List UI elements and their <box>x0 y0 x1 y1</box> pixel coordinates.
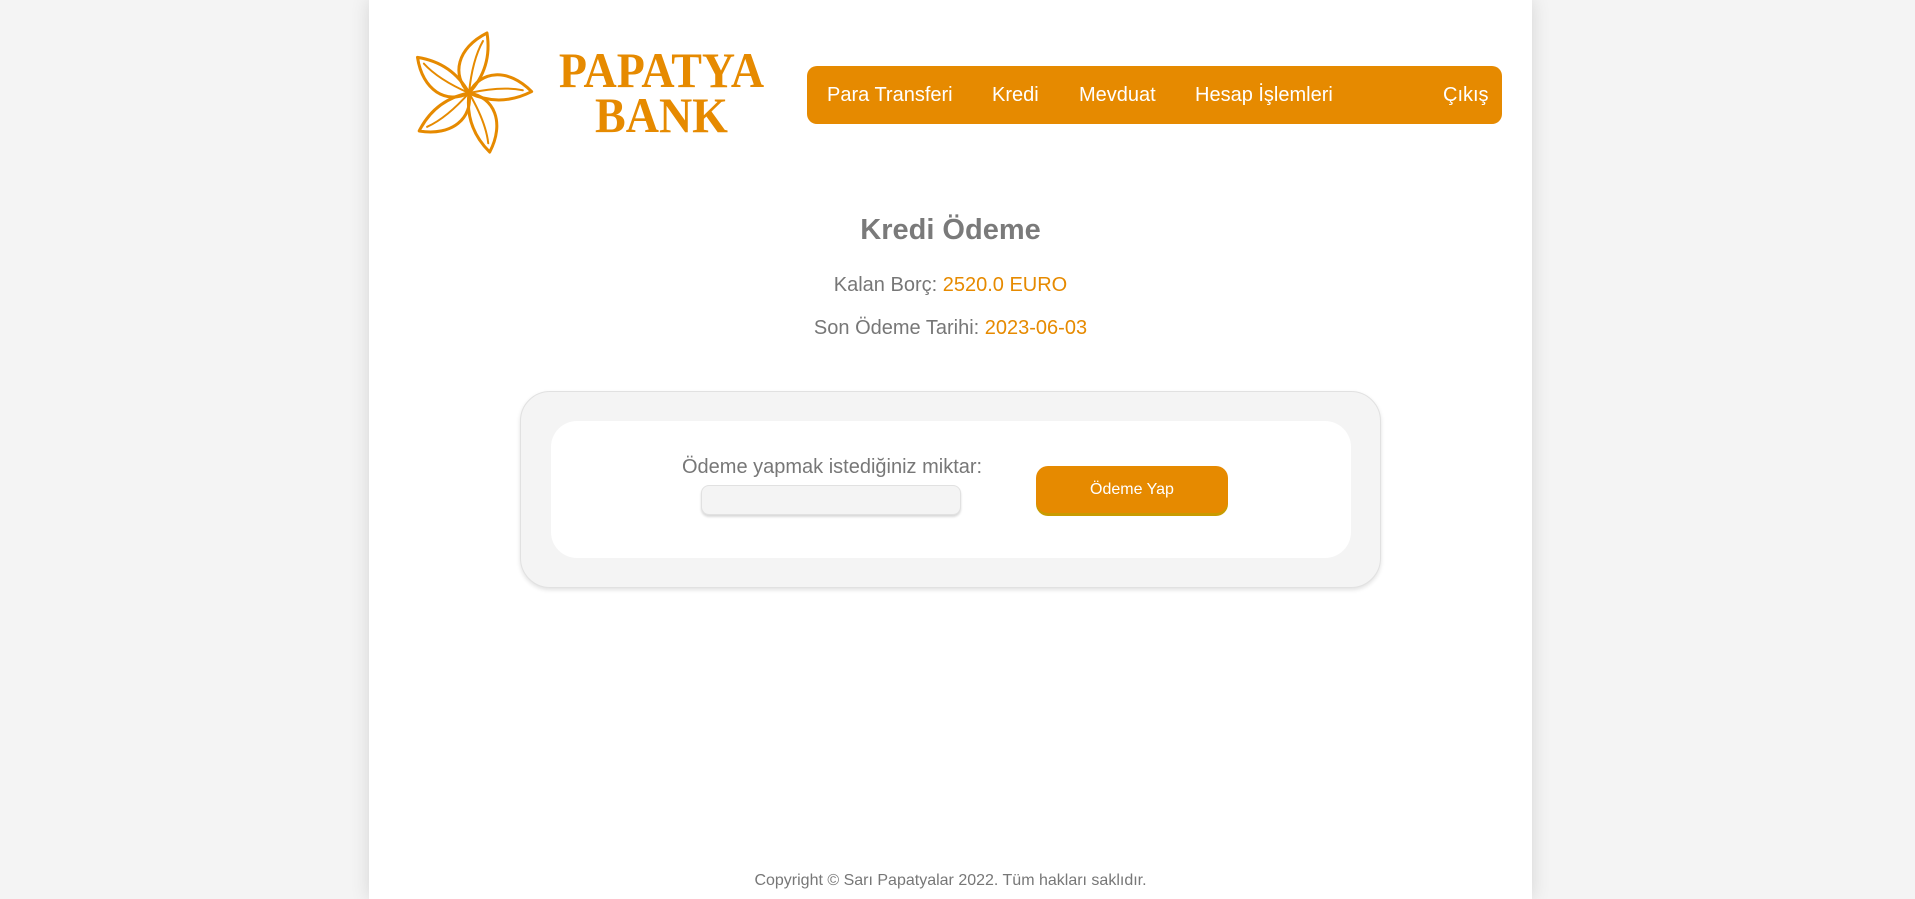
logout-link[interactable]: Çıkış <box>1443 66 1489 124</box>
flower-icon <box>415 31 534 154</box>
due-date-label: Son Ödeme Tarihi: <box>813 317 980 339</box>
amount-label: Ödeme yapmak istediğiniz miktar: <box>682 456 983 478</box>
pay-button[interactable]: Ödeme Yap <box>1036 466 1228 513</box>
nav-item-hesap-islemleri[interactable]: Hesap İşlemleri <box>1195 66 1333 124</box>
page-container: PAPATYA BANK Para Transferi Kredi Mevdua… <box>369 0 1532 899</box>
payment-form: Ödeme yapmak istediğiniz miktar: Ödeme Y… <box>551 421 1351 558</box>
brand-name-line2: BANK <box>595 87 728 143</box>
page-title: Kredi Ödeme <box>860 214 1041 246</box>
nav-item-mevduat[interactable]: Mevduat <box>1079 66 1156 124</box>
due-date-value: 2023-06-03 <box>984 317 1088 339</box>
footer-copyright: Copyright © Sarı Papatyalar 2022. Tüm ha… <box>754 872 1147 889</box>
brand-logo[interactable]: PAPATYA BANK <box>399 28 779 158</box>
brand-wordmark: PAPATYA BANK <box>549 45 774 143</box>
remaining-debt-value: 2520.0 EURO <box>942 274 1068 296</box>
nav-item-kredi[interactable]: Kredi <box>992 66 1039 124</box>
main-nav: Para Transferi Kredi Mevduat Hesap İşlem… <box>807 66 1502 124</box>
nav-item-para-transferi[interactable]: Para Transferi <box>827 66 953 124</box>
due-date-line: Son Ödeme Tarihi: 2023-06-03 <box>369 317 1532 340</box>
payment-panel: Ödeme yapmak istediğiniz miktar: Ödeme Y… <box>520 391 1381 588</box>
remaining-debt-line: Kalan Borç: 2520.0 EURO <box>369 274 1532 297</box>
remaining-debt-label: Kalan Borç: <box>833 274 938 296</box>
amount-input[interactable] <box>701 485 961 515</box>
